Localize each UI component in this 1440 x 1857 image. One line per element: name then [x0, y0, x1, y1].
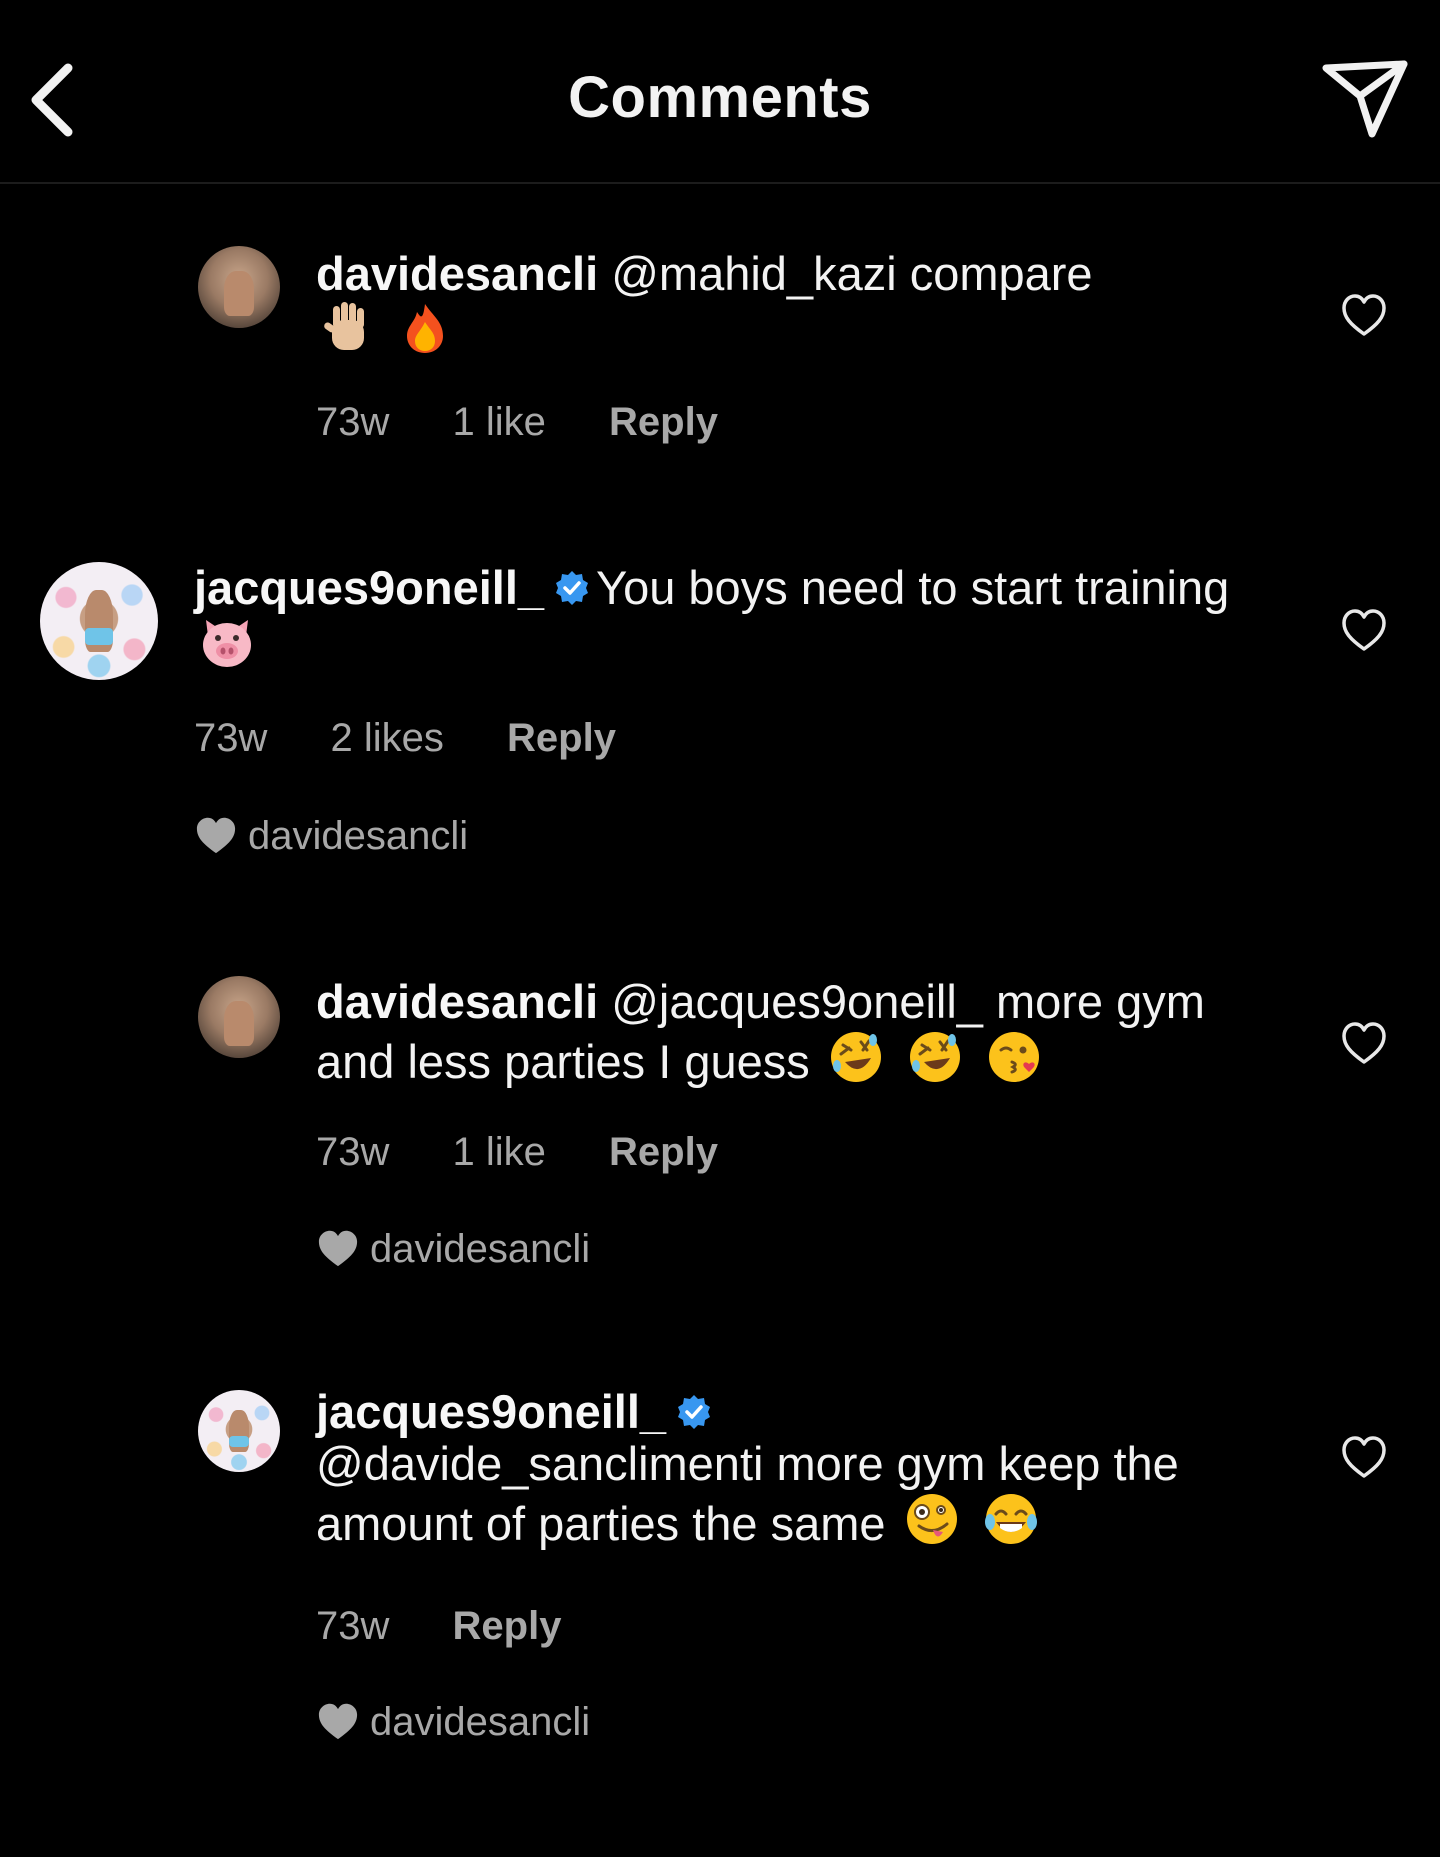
comment-body: You boys need to start training: [596, 561, 1230, 614]
comment-text: jacques9oneill_ You boys need to start t…: [194, 562, 1254, 672]
creator-liked-indicator: davidesancli: [316, 1227, 590, 1272]
reply-button[interactable]: Reply: [507, 716, 616, 760]
comment-meta: 73w 2 likes Reply: [194, 716, 668, 761]
comment-meta: 73w 1 like Reply: [316, 1130, 770, 1175]
heart-filled-icon: [318, 1230, 358, 1267]
comment-likes[interactable]: 2 likes: [331, 716, 444, 760]
comment-age: 73w: [194, 716, 268, 760]
comment-body: @mahid_kazi compare: [611, 247, 1093, 300]
heart-filled-icon: [318, 1703, 358, 1740]
liked-by-username[interactable]: davidesancli: [248, 814, 468, 858]
heart-outline-icon[interactable]: [1340, 607, 1388, 653]
avatar[interactable]: [198, 1390, 280, 1472]
avatar[interactable]: [198, 246, 280, 328]
comments-header: Comments: [0, 0, 1440, 184]
heart-outline-icon[interactable]: [1340, 1020, 1388, 1066]
reply-button[interactable]: Reply: [609, 1130, 718, 1174]
page-title: Comments: [568, 65, 872, 130]
comment-username[interactable]: jacques9oneill_: [194, 561, 544, 614]
heart-outline-icon[interactable]: [1340, 292, 1388, 338]
comment-text: jacques9oneill_ @davide_sanclimenti more…: [316, 1386, 1276, 1550]
liked-by-username[interactable]: davidesancli: [370, 1700, 590, 1744]
send-icon: [1322, 60, 1408, 138]
comment-username[interactable]: davidesancli: [316, 975, 598, 1028]
raised-hand-emoji: [324, 302, 364, 350]
creator-liked-indicator: davidesancli: [194, 814, 468, 859]
tears-of-joy-emoji: [984, 1494, 1037, 1544]
comment-age: 73w: [316, 1130, 390, 1174]
share-button[interactable]: [1318, 54, 1412, 144]
comment-meta: 73w Reply: [316, 1604, 613, 1649]
pig-face-emoji: [203, 620, 251, 667]
avatar[interactable]: [40, 562, 158, 680]
comment-text: davidesancli @jacques9oneill_ more gym a…: [316, 976, 1276, 1088]
heart-outline-icon[interactable]: [1340, 1434, 1388, 1480]
comment-username[interactable]: davidesancli: [316, 247, 598, 300]
comment-username[interactable]: jacques9oneill_: [316, 1385, 666, 1438]
rolling-laughing-emoji: [909, 1032, 960, 1082]
creator-liked-indicator: davidesancli: [316, 1700, 590, 1745]
liked-by-username[interactable]: davidesancli: [370, 1227, 590, 1271]
kissing-wink-emoji: [988, 1032, 1039, 1082]
comment-meta: 73w 1 like Reply: [316, 400, 770, 445]
comment-age: 73w: [316, 1604, 390, 1648]
reply-button[interactable]: Reply: [453, 1604, 562, 1648]
heart-filled-icon: [196, 817, 236, 854]
zany-face-emoji: [906, 1494, 957, 1544]
verified-badge-icon: [678, 1395, 711, 1429]
comment-text: davidesancli @mahid_kazi compare: [316, 248, 1236, 358]
verified-badge-icon: [556, 571, 589, 605]
reply-button[interactable]: Reply: [609, 400, 718, 444]
comment-likes[interactable]: 1 like: [453, 400, 546, 444]
comment-age: 73w: [316, 400, 390, 444]
fire-emoji: [407, 304, 444, 353]
comment-likes[interactable]: 1 like: [453, 1130, 546, 1174]
avatar[interactable]: [198, 976, 280, 1058]
comment-body: @davide_sanclimenti more gym keep the am…: [316, 1437, 1179, 1550]
rolling-laughing-emoji: [830, 1032, 881, 1082]
